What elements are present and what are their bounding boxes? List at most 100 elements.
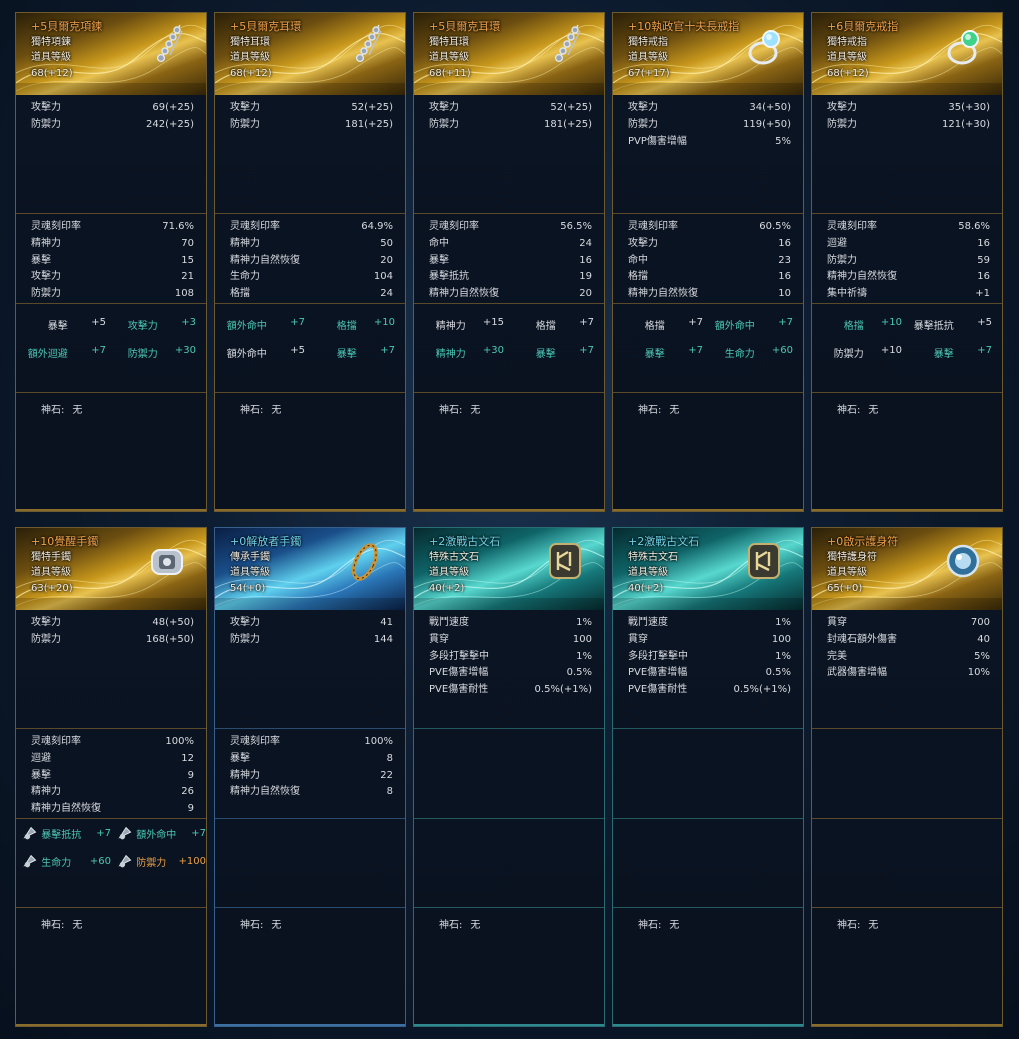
- base-stat-row: 戰鬥速度 1%: [613, 615, 803, 632]
- base-stat-value: 100: [771, 633, 791, 645]
- base-stat-value: 242(+25): [146, 118, 194, 130]
- soul-stats: 灵魂刻印率 56.5% 命中 24 暴擊 16 暴擊抵抗 19 精神力自然恢復 20: [414, 213, 604, 303]
- soul-stat-label: 攻擊力: [31, 271, 61, 283]
- soul-stat-label: 格擋: [628, 271, 648, 283]
- base-stat-value: 52(+25): [550, 102, 592, 113]
- base-stats: 戰鬥速度 1% 貫穿 100 多段打擊擊中 1% PVE傷害增幅 0.5% PVE傷害耐性 0.5…: [613, 615, 803, 699]
- item-name: +0解放者手鐲: [230, 535, 302, 548]
- base-stats: 戰鬥速度 1% 貫穿 100 多段打擊擊中 1% PVE傷害增幅 0.5% PVE傷害耐性 0.5…: [414, 615, 604, 699]
- random-stat: 暴擊抵抗 +5: [902, 317, 992, 332]
- equipment-card[interactable]: +5貝爾克耳環 獨特耳環 道具等級 68(+11) 攻擊力 52(+25) 防禦力 181(+…: [413, 12, 605, 512]
- equipment-card[interactable]: +6貝爾克戒指 獨特戒指 道具等級 68(+12) 攻擊力 35(+30) 防禦力 121(+…: [811, 12, 1003, 512]
- base-stat-row: 攻擊力 52(+25): [215, 100, 405, 117]
- godstone-section: 神石: 无: [613, 392, 803, 420]
- equipment-card[interactable]: +10執政官十夫長戒指 獨特戒指 道具等級 67(+17) 攻擊力 34(+50) 防禦力 1…: [612, 12, 804, 512]
- soul-stat-value: +1: [975, 288, 990, 300]
- godstone-value: 无: [271, 920, 282, 931]
- base-stat-row: 防禦力 242(+25): [16, 117, 206, 134]
- base-stat-value: 1%: [576, 617, 592, 628]
- equipment-card[interactable]: +5貝爾克耳環 獨特耳環 道具等級 68(+12) 攻擊力 52(+25) 防禦力 181(+…: [214, 12, 406, 512]
- manastone[interactable]: 生命力 +60: [16, 852, 111, 870]
- soul-stat-row: 精神力 22: [215, 768, 405, 785]
- soul-stats: 灵魂刻印率 100% 迴避 12 暴擊 9 精神力 26 精神力自然恢復 9: [16, 728, 206, 818]
- equipment-card[interactable]: +10覺醒手鐲 獨特手鐲 道具等級 63(+20) 攻擊力 48(+50) 防禦力 168(+…: [15, 527, 207, 1027]
- godstone-value: 无: [669, 920, 680, 931]
- soul-stat-label: 精神力自然恢復: [230, 254, 300, 266]
- item-type: 獨特戒指: [827, 36, 867, 48]
- soul-stat-label: 格擋: [230, 288, 250, 300]
- item-level: 68(+12): [31, 67, 73, 79]
- soul-stat-label: 精神力: [230, 237, 260, 249]
- item-name: +10覺醒手鐲: [31, 535, 99, 548]
- base-stat-label: 防禦力: [429, 118, 459, 130]
- base-stat-label: 貫穿: [429, 633, 449, 645]
- base-stat-label: 戰鬥速度: [628, 617, 668, 628]
- base-stat-row: 防禦力 168(+50): [16, 632, 206, 649]
- equipment-card[interactable]: +0啟示護身符 獨特護身符 道具等級 65(+0) 貫穿 700 封魂石額外傷害 40 完美 5%…: [811, 527, 1003, 1027]
- equipment-card[interactable]: +2激戰古文石 特殊古文石 道具等級 40(+2) 戰鬥速度 1% 貫穿 100 多段打擊擊中 1…: [612, 527, 804, 1027]
- soul-stat-row: 暴擊 16: [414, 253, 604, 270]
- godstone-row: 神石: 无: [215, 918, 405, 935]
- random-stat: 暴擊 +5: [16, 317, 106, 332]
- manastone-icon: [118, 854, 132, 868]
- equipment-card[interactable]: +5貝爾克項鍊 獨特項鍊 道具等級 68(+12) 攻擊力 69(+25) 防禦力 242(+…: [15, 12, 207, 512]
- soul-stat-row: 灵魂刻印率 64.9%: [215, 219, 405, 236]
- soul-stat-label: 迴避: [31, 752, 51, 764]
- soul-stat-value: 59: [977, 254, 990, 266]
- godstone-section: 神石: 无: [215, 392, 405, 420]
- godstone-section: 神石: 无: [414, 907, 604, 935]
- item-level-label: 道具等級: [429, 567, 469, 578]
- base-stat-value: 0.5%(+1%): [534, 684, 592, 696]
- random-row: 精神力 +30 暴擊 +7: [414, 338, 604, 366]
- godstone-label: 神石:: [439, 405, 463, 416]
- soul-stat-label: 暴擊: [31, 769, 51, 781]
- godstone-row: 神石: 无: [414, 918, 604, 935]
- soul-stat-value: 20: [579, 288, 592, 300]
- soul-stat-label: 灵魂刻印率: [827, 221, 877, 232]
- godstone-value: 无: [868, 405, 879, 416]
- godstone-label: 神石:: [439, 920, 463, 931]
- item-name: +2激戰古文石: [429, 535, 501, 548]
- random-stat-value: +3: [181, 316, 196, 328]
- random-stats: [414, 818, 604, 825]
- manastone[interactable]: 暴擊抵抗 +7: [16, 824, 111, 842]
- base-stat-row: 攻擊力 34(+50): [613, 100, 803, 117]
- soul-stat-value: 10: [778, 288, 791, 300]
- random-stat: 暴擊 +7: [305, 345, 395, 360]
- random-row: 額外迴避 +7 防禦力 +30: [16, 338, 206, 366]
- random-stat-label: 精神力: [435, 320, 466, 332]
- item-info: +0解放者手鐲 傳承手鐲 道具等級 54(+0): [230, 534, 301, 596]
- soul-stat-value: 24: [380, 288, 393, 300]
- soul-stat-label: 精神力: [31, 237, 61, 249]
- base-stat-row: 攻擊力 48(+50): [16, 615, 206, 632]
- item-header: +6貝爾克戒指 獨特戒指 道具等級 68(+12): [812, 13, 1002, 95]
- soul-stat-label: 灵魂刻印率: [628, 221, 678, 232]
- base-stat-value: 144: [373, 633, 393, 645]
- manastone-icon: [23, 826, 37, 840]
- soul-stat-value: 26: [181, 786, 194, 798]
- base-stat-label: 攻擊力: [628, 102, 658, 113]
- random-stat: 額外命中 +5: [215, 345, 305, 360]
- base-stat-row: PVP傷害增幅 5%: [613, 134, 803, 151]
- equipment-card[interactable]: +2激戰古文石 特殊古文石 道具等級 40(+2) 戰鬥速度 1% 貫穿 100 多段打擊擊中 1…: [413, 527, 605, 1027]
- random-stat: 額外命中 +7: [703, 317, 793, 332]
- soul-stat-value: 56.5%: [560, 221, 592, 232]
- soul-stat-label: 灵魂刻印率: [31, 221, 81, 232]
- random-stat-value: +7: [688, 344, 703, 356]
- godstone-value: 无: [669, 405, 680, 416]
- random-stat: 精神力 +15: [414, 317, 504, 332]
- soul-stat-value: 50: [380, 237, 393, 249]
- equipment-card[interactable]: +0解放者手鐲 傳承手鐲 道具等級 54(+0) 攻擊力 41 防禦力 144 灵魂刻印率 100…: [214, 527, 406, 1027]
- item-info: +6貝爾克戒指 獨特戒指 道具等級 68(+12): [827, 19, 898, 81]
- manastone[interactable]: 防禦力 +100: [111, 852, 206, 870]
- godstone-section: 神石: 无: [613, 907, 803, 935]
- soul-stat-label: 防禦力: [31, 288, 61, 300]
- base-stat-row: 貫穿 100: [414, 632, 604, 649]
- manastone[interactable]: 額外命中 +7: [111, 824, 206, 842]
- random-row: 額外命中 +7 格擋 +10: [215, 310, 405, 338]
- random-stats: 格擋 +7 額外命中 +7 暴擊 +7 生命力 +60: [613, 303, 803, 366]
- item-info: +2激戰古文石 特殊古文石 道具等級 40(+2): [429, 534, 500, 596]
- base-stat-row: 防禦力 121(+30): [812, 117, 1002, 134]
- random-stat: 防禦力 +30: [106, 345, 196, 360]
- base-stat-row: 攻擊力 69(+25): [16, 100, 206, 117]
